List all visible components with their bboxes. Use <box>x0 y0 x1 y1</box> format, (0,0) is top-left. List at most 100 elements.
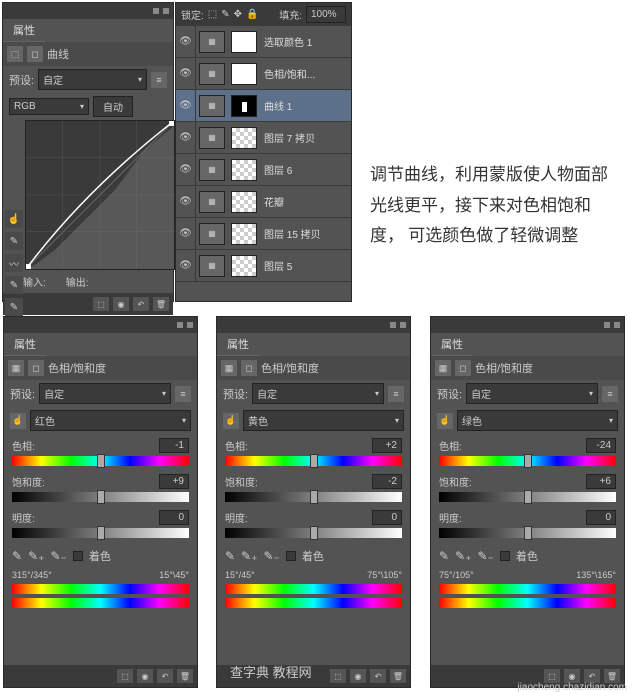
preset-select[interactable]: 自定▾ <box>466 383 598 404</box>
layer-row[interactable]: 👁 ▦ 选取颜色 1 <box>176 26 351 58</box>
color-range-select[interactable]: 黄色▾ <box>243 410 404 431</box>
mask-thumb[interactable] <box>231 63 257 85</box>
slider-thumb[interactable] <box>97 454 105 468</box>
visibility-icon[interactable]: 👁 <box>176 58 196 90</box>
clip-icon[interactable]: ⬚ <box>117 669 133 683</box>
eyedropper-gray-icon[interactable]: 〰 <box>5 254 23 272</box>
visibility-icon[interactable]: 👁 <box>176 154 196 186</box>
reset-icon[interactable]: ↶ <box>584 669 600 683</box>
light-slider[interactable] <box>12 528 189 538</box>
colorize-checkbox[interactable] <box>73 551 83 561</box>
adjustment-thumb[interactable]: ▦ <box>199 223 225 245</box>
preset-menu-icon[interactable]: ≡ <box>175 386 191 402</box>
eyedropper-sub-icon[interactable]: ✎₋ <box>50 549 66 563</box>
layer-row[interactable]: 👁 ▦ 图层 6 <box>176 154 351 186</box>
target-adjust-icon[interactable]: ☝ <box>5 210 23 228</box>
sat-value[interactable]: -2 <box>372 474 402 489</box>
sat-value[interactable]: +6 <box>586 474 616 489</box>
preset-menu-icon[interactable]: ≡ <box>602 386 618 402</box>
collapse-icon[interactable] <box>177 322 183 328</box>
slider-thumb[interactable] <box>97 490 105 504</box>
adjustment-thumb[interactable]: ▦ <box>199 95 225 117</box>
color-range-select[interactable]: 红色▾ <box>30 410 191 431</box>
view-icon[interactable]: ◉ <box>564 669 580 683</box>
menu-icon[interactable] <box>614 322 620 328</box>
clip-icon[interactable]: ⬚ <box>93 297 109 311</box>
eyedropper-sub-icon[interactable]: ✎₋ <box>263 549 279 563</box>
target-adjust-icon[interactable]: ☝ <box>223 413 239 429</box>
slider-thumb[interactable] <box>310 526 318 540</box>
color-range-select[interactable]: 绿色▾ <box>457 410 618 431</box>
slider-thumb[interactable] <box>524 490 532 504</box>
sat-slider[interactable] <box>225 492 402 502</box>
mask-thumb[interactable] <box>231 159 257 181</box>
hue-value[interactable]: +2 <box>372 438 402 453</box>
eyedropper-add-icon[interactable]: ✎₊ <box>28 549 44 563</box>
hue-slider[interactable] <box>12 456 189 466</box>
adjustment-thumb[interactable]: ▦ <box>199 255 225 277</box>
adjustment-thumb[interactable]: ▦ <box>199 159 225 181</box>
preset-select[interactable]: 自定▾ <box>39 383 171 404</box>
range-bar-top[interactable] <box>439 584 616 594</box>
fill-value[interactable]: 100% <box>306 6 346 23</box>
menu-icon[interactable] <box>187 322 193 328</box>
menu-icon[interactable] <box>400 322 406 328</box>
slider-thumb[interactable] <box>524 526 532 540</box>
collapse-icon[interactable] <box>153 8 159 14</box>
slider-thumb[interactable] <box>97 526 105 540</box>
view-icon[interactable]: ◉ <box>350 669 366 683</box>
visibility-icon[interactable]: 👁 <box>176 250 196 282</box>
visibility-icon[interactable]: 👁 <box>176 186 196 218</box>
adjustment-thumb[interactable]: ▦ <box>199 31 225 53</box>
tab-properties[interactable]: 属性 <box>431 333 473 356</box>
slider-thumb[interactable] <box>524 454 532 468</box>
visibility-icon[interactable]: 👁 <box>176 26 196 58</box>
clip-icon[interactable]: ⬚ <box>544 669 560 683</box>
adjustment-thumb[interactable]: ▦ <box>199 63 225 85</box>
layer-row[interactable]: 👁 ▦ 曲线 1 <box>176 90 351 122</box>
range-bar-bottom[interactable] <box>12 598 189 608</box>
mask-thumb[interactable] <box>231 95 257 117</box>
auto-button[interactable]: 自动 <box>93 96 133 117</box>
eyedropper-black-icon[interactable]: ✎ <box>5 232 23 250</box>
eyedropper-icon[interactable]: ✎ <box>12 549 22 563</box>
range-bar-bottom[interactable] <box>439 598 616 608</box>
target-adjust-icon[interactable]: ☝ <box>437 413 453 429</box>
preset-select[interactable]: 自定▾ <box>252 383 384 404</box>
adjustment-thumb[interactable]: ▦ <box>199 127 225 149</box>
mask-thumb[interactable] <box>231 31 257 53</box>
lock-paint-icon[interactable]: ✎ <box>221 9 229 20</box>
eyedropper-icon[interactable]: ✎ <box>439 549 449 563</box>
sat-value[interactable]: +9 <box>159 474 189 489</box>
layer-row[interactable]: 👁 ▦ 图层 5 <box>176 250 351 282</box>
tab-properties[interactable]: 属性 <box>4 333 46 356</box>
channel-select[interactable]: RGB ▾ <box>9 98 89 115</box>
hue-value[interactable]: -1 <box>159 438 189 453</box>
preset-select[interactable]: 自定 ▾ <box>38 69 147 90</box>
delete-icon[interactable]: 🗑 <box>177 669 193 683</box>
reset-icon[interactable]: ↶ <box>133 297 149 311</box>
curves-graph[interactable] <box>25 120 175 270</box>
tab-properties[interactable]: 属性 <box>217 333 259 356</box>
hue-slider[interactable] <box>439 456 616 466</box>
colorize-checkbox[interactable] <box>500 551 510 561</box>
light-slider[interactable] <box>439 528 616 538</box>
clip-icon[interactable]: ⬚ <box>330 669 346 683</box>
light-value[interactable]: 0 <box>372 510 402 525</box>
layer-row[interactable]: 👁 ▦ 图层 7 拷贝 <box>176 122 351 154</box>
slider-thumb[interactable] <box>310 454 318 468</box>
range-bar-top[interactable] <box>225 584 402 594</box>
adjustment-thumb[interactable]: ▦ <box>199 191 225 213</box>
lock-all-icon[interactable]: 🔒 <box>246 9 258 20</box>
preset-menu-icon[interactable]: ≡ <box>151 72 167 88</box>
view-icon[interactable]: ◉ <box>137 669 153 683</box>
visibility-icon[interactable]: 👁 <box>176 218 196 250</box>
reset-icon[interactable]: ↶ <box>157 669 173 683</box>
layer-row[interactable]: 👁 ▦ 图层 15 拷贝 <box>176 218 351 250</box>
range-bar-bottom[interactable] <box>225 598 402 608</box>
eyedropper-white-icon[interactable]: ✎ <box>5 276 23 294</box>
mask-thumb[interactable] <box>231 255 257 277</box>
eyedropper-icon[interactable]: ✎ <box>225 549 235 563</box>
layer-row[interactable]: 👁 ▦ 色相/饱和... <box>176 58 351 90</box>
slider-thumb[interactable] <box>310 490 318 504</box>
